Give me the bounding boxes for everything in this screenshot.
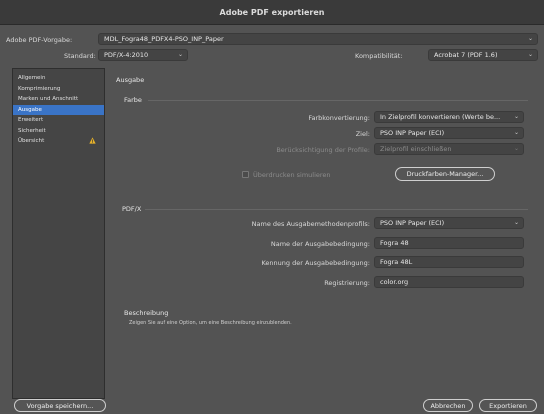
pdfx-divider [145,209,528,210]
color-conversion-label: Farbkonvertierung: [308,114,370,122]
overprint-label: Überdrucken simulieren [253,171,331,179]
profile-inclusion-value: Zielprofil einschließen [380,145,452,153]
cancel-label: Abbrechen [430,401,466,410]
window-title-bar: Adobe PDF exportieren [0,0,544,25]
compat-select[interactable]: Acrobat 7 (PDF 1.6) ⌄ [428,49,538,61]
cancel-button[interactable]: Abbrechen [423,399,473,412]
condition-id-value: Fogra 48L [380,258,413,266]
sidebar-item-label: Übersicht [18,138,45,145]
sidebar-item-marken-anschnitt[interactable]: Marken und Anschnitt [13,94,104,105]
registry-label: Registrierung: [324,279,370,287]
target-label: Ziel: [355,130,370,138]
chevron-down-icon: ⌄ [513,219,519,226]
export-label: Exportieren [489,401,527,410]
description-title: Beschreibung [124,309,169,317]
target-row: Ziel: [240,130,370,138]
condition-id-label: Kennung der Ausgabebedingung: [261,259,370,267]
description-text: Zeigen Sie auf eine Option, um eine Besc… [129,320,292,326]
ink-manager-button[interactable]: Druckfarben-Manager... [395,167,495,181]
sidebar-item-ausgabe[interactable]: Ausgabe [13,104,104,115]
sidebar-item-allgemein[interactable]: Allgemein [13,73,104,84]
pdfx-section-title: PDF/X [122,205,142,213]
standard-row: Standard: [64,52,96,60]
profile-name-value: PSO INP Paper (ECI) [380,219,445,227]
page-title: Ausgabe [116,76,145,84]
sidebar-item-label: Erweitert [18,117,44,124]
sidebar-item-sicherheit[interactable]: Sicherheit [13,126,104,137]
standard-label: Standard: [64,52,96,60]
compat-row: Kompatibilität: [355,52,403,60]
condition-id-row: Kennung der Ausgabebedingung: [200,259,370,267]
sidebar-item-label: Ausgabe [18,106,42,113]
condition-name-field[interactable]: Fogra 48 [374,237,524,249]
color-conversion-row: Farbkonvertierung: [240,114,370,122]
sidebar-item-label: Marken und Anschnitt [18,96,79,103]
category-sidebar: Allgemein Komprimierung Marken und Ansch… [12,68,105,399]
profile-inclusion-select[interactable]: Zielprofil einschließen ⌄ [374,143,524,155]
farbe-divider [148,100,528,101]
chevron-down-icon: ⌄ [177,51,183,58]
sidebar-item-uebersicht[interactable]: Übersicht [13,136,104,147]
profile-name-select[interactable]: PSO INP Paper (ECI) ⌄ [374,217,524,229]
farbe-section-title: Farbe [124,96,142,104]
description-row: Zeigen Sie auf eine Option, um eine Besc… [129,320,292,326]
compat-value: Acrobat 7 (PDF 1.6) [434,51,498,59]
standard-select[interactable]: PDF/X-4:2010 ⌄ [98,49,188,61]
preset-label: Adobe PDF-Vorgabe: [6,36,73,44]
profile-name-label: Name des Ausgabemethodenprofils: [251,220,370,228]
profile-inclusion-row: Berücksichtigung der Profile: [200,146,370,154]
chevron-down-icon: ⌄ [513,129,519,136]
profile-name-row: Name des Ausgabemethodenprofils: [200,220,370,228]
registry-row: Registrierung: [200,279,370,287]
condition-name-row: Name der Ausgabebedingung: [200,240,370,248]
preset-value: MDL_Fogra48_PDFX4-PSO_INP_Paper [104,35,224,43]
save-preset-label: Vorgabe speichern... [26,401,94,410]
ink-manager-label: Druckfarben-Manager... [406,170,484,178]
preset-row: Adobe PDF-Vorgabe: [6,36,72,44]
target-select[interactable]: PSO INP Paper (ECI) ⌄ [374,127,524,139]
sidebar-item-komprimierung[interactable]: Komprimierung [13,84,104,95]
target-value: PSO INP Paper (ECI) [380,129,445,137]
window-title: Adobe PDF exportieren [219,7,325,17]
registry-value: color.org [380,278,409,286]
chevron-down-icon: ⌄ [513,113,519,120]
sidebar-item-label: Sicherheit [18,127,46,134]
registry-field[interactable]: color.org [374,276,524,288]
warning-icon [89,137,96,144]
export-button[interactable]: Exportieren [479,399,537,412]
sidebar-item-label: Komprimierung [18,85,61,92]
condition-name-label: Name der Ausgabebedingung: [270,240,370,248]
compat-label: Kompatibilität: [355,52,403,60]
preset-select[interactable]: MDL_Fogra48_PDFX4-PSO_INP_Paper ⌄ [98,33,538,45]
condition-id-field[interactable]: Fogra 48L [374,256,524,268]
save-preset-button[interactable]: Vorgabe speichern... [14,399,106,412]
overprint-row: Überdrucken simulieren [253,171,331,179]
standard-value: PDF/X-4:2010 [104,51,149,59]
chevron-down-icon: ⌄ [527,35,533,42]
condition-name-value: Fogra 48 [380,239,409,247]
overprint-checkbox[interactable] [242,171,249,178]
chevron-down-icon: ⌄ [527,51,533,58]
sidebar-item-erweitert[interactable]: Erweitert [13,115,104,126]
color-conversion-select[interactable]: In Zielprofil konvertieren (Werte be... … [374,111,524,123]
color-conversion-value: In Zielprofil konvertieren (Werte be... [380,113,501,121]
sidebar-item-label: Allgemein [18,75,46,82]
chevron-down-icon: ⌄ [513,145,519,152]
profile-inclusion-label: Berücksichtigung der Profile: [276,146,370,154]
